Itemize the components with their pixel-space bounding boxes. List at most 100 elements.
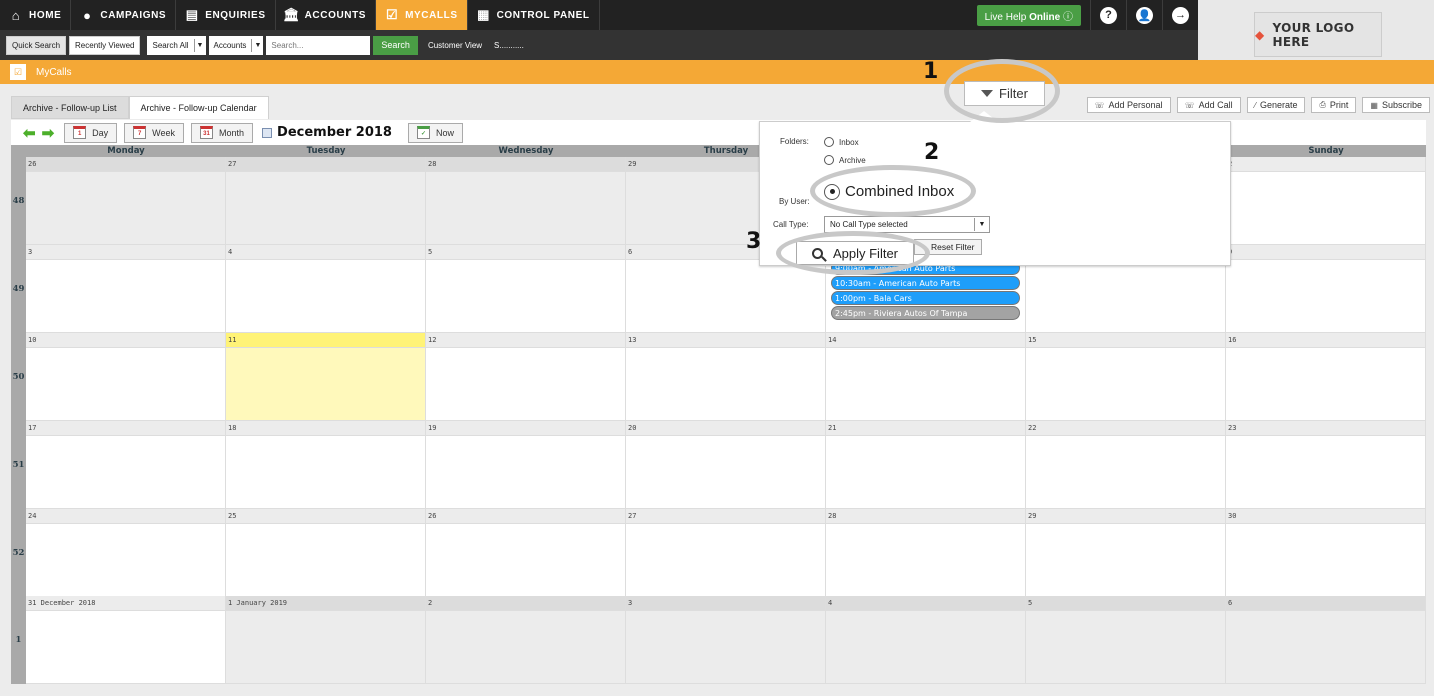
day-number[interactable]: 24 (26, 509, 225, 524)
calendar-day-cell[interactable]: 30 (1226, 509, 1426, 597)
week-number[interactable]: 48 (11, 196, 26, 206)
calendar-day-cell[interactable]: 27 (626, 509, 826, 597)
date-picker-icon[interactable] (262, 127, 273, 138)
day-number[interactable]: 28 (826, 509, 1025, 524)
print-button[interactable]: ⎙ Print (1311, 97, 1357, 113)
search-button[interactable]: Search (373, 35, 418, 55)
day-number[interactable]: 26 (26, 157, 225, 172)
day-number[interactable]: 23 (1226, 421, 1425, 436)
calendar-day-cell[interactable]: 21 (826, 421, 1026, 509)
calendar-day-cell[interactable]: 19 (426, 421, 626, 509)
add-personal-button[interactable]: ☏ Add Personal (1086, 97, 1171, 113)
reset-filter-button[interactable]: Reset Filter (914, 239, 982, 255)
calendar-day-cell[interactable]: 4 (826, 596, 1026, 684)
recently-viewed-tab[interactable]: Recently Viewed (69, 35, 141, 55)
help-button[interactable]: ? (1090, 0, 1126, 30)
day-number[interactable]: 2 (1226, 157, 1425, 172)
profile-button[interactable]: 👤 (1126, 0, 1162, 30)
day-number[interactable]: 11 (226, 333, 425, 348)
nav-accounts[interactable]: 🏛 ACCOUNTS (276, 0, 377, 30)
calendar-day-cell[interactable]: 12 (426, 333, 626, 421)
day-number[interactable]: 29 (1026, 509, 1225, 524)
calendar-day-cell[interactable]: 23 (1226, 421, 1426, 509)
prev-arrow-icon[interactable]: ⬅ (23, 124, 36, 142)
calendar-day-cell[interactable]: 1 January 2019 (226, 596, 426, 684)
day-number[interactable]: 4 (826, 596, 1025, 611)
calendar-day-cell[interactable]: 3 (626, 596, 826, 684)
day-number[interactable]: 9 (1226, 245, 1425, 260)
week-number[interactable]: 50 (11, 372, 26, 382)
calendar-day-cell[interactable]: 5 (426, 245, 626, 333)
calendar-day-cell[interactable]: 4 (226, 245, 426, 333)
day-number[interactable]: 3 (26, 245, 225, 260)
day-number[interactable]: 15 (1026, 333, 1225, 348)
tab-follow-up-list[interactable]: Archive - Follow-up List (11, 96, 129, 119)
calendar-day-cell[interactable]: 31 December 2018 (26, 596, 226, 684)
calendar-day-cell[interactable]: 24 (26, 509, 226, 597)
day-number[interactable]: 2 (426, 596, 625, 611)
live-help-button[interactable]: Live Help Online ⓘ (976, 4, 1081, 26)
day-number[interactable]: 31 December 2018 (26, 596, 225, 611)
calendar-day-cell[interactable]: 18 (226, 421, 426, 509)
day-number[interactable]: 6 (1226, 596, 1425, 611)
day-number[interactable]: 14 (826, 333, 1025, 348)
day-number[interactable]: 3 (626, 596, 825, 611)
day-number[interactable]: 21 (826, 421, 1025, 436)
subscribe-button[interactable]: ▦ Subscribe (1362, 97, 1430, 113)
nav-mycalls[interactable]: ☑ MYCALLS (376, 0, 468, 30)
calendar-day-cell[interactable]: 26 (426, 509, 626, 597)
search-scope-select[interactable]: Search All ▼ (147, 35, 206, 55)
search-entity-select[interactable]: Accounts ▼ (208, 35, 264, 55)
week-view-button[interactable]: 7 Week (124, 122, 185, 143)
nav-campaigns[interactable]: ● CAMPAIGNS (71, 0, 177, 30)
generate-button[interactable]: ⁄ Generate (1246, 97, 1306, 113)
add-call-button[interactable]: ☏ Add Call (1176, 97, 1241, 113)
calendar-day-cell[interactable]: 10 (26, 333, 226, 421)
combined-inbox-radio[interactable]: Combined Inbox (824, 183, 954, 200)
quick-search-tab[interactable]: Quick Search (6, 35, 67, 55)
day-number[interactable]: 19 (426, 421, 625, 436)
day-number[interactable]: 5 (1026, 596, 1225, 611)
day-number[interactable]: 25 (226, 509, 425, 524)
inbox-radio[interactable]: Inbox (824, 137, 859, 147)
day-number[interactable]: 27 (226, 157, 425, 172)
nav-home[interactable]: ⌂ HOME (0, 0, 72, 30)
day-number[interactable]: 30 (1226, 509, 1425, 524)
calendar-day-cell[interactable]: 27 (226, 157, 426, 245)
calendar-day-cell[interactable]: 9 (1226, 245, 1426, 333)
filter-button[interactable]: Filter (964, 81, 1045, 106)
day-number[interactable]: 5 (426, 245, 625, 260)
calendar-day-cell[interactable]: 25 (226, 509, 426, 597)
month-view-button[interactable]: 31 Month (191, 122, 254, 143)
calendar-day-cell[interactable]: 16 (1226, 333, 1426, 421)
calendar-event[interactable]: 10:30am - American Auto Parts (831, 276, 1020, 290)
calendar-day-cell[interactable]: 13 (626, 333, 826, 421)
day-number[interactable]: 22 (1026, 421, 1225, 436)
day-number[interactable]: 27 (626, 509, 825, 524)
calendar-day-cell[interactable]: 2 (1226, 157, 1426, 245)
archive-radio[interactable]: Archive (824, 155, 866, 165)
day-number[interactable]: 16 (1226, 333, 1425, 348)
calendar-day-cell[interactable]: 15 (1026, 333, 1226, 421)
tab-follow-up-calendar[interactable]: Archive - Follow-up Calendar (128, 96, 269, 119)
calendar-day-cell[interactable]: 5 (1026, 596, 1226, 684)
calendar-day-cell[interactable]: 14 (826, 333, 1026, 421)
calendar-event[interactable]: 2:45pm - Riviera Autos Of Tampa (831, 306, 1020, 320)
day-number[interactable]: 28 (426, 157, 625, 172)
day-number[interactable]: 18 (226, 421, 425, 436)
calendar-day-cell[interactable]: 2 (426, 596, 626, 684)
calendar-day-cell[interactable]: 29 (1026, 509, 1226, 597)
calendar-event[interactable]: 1:00pm - Bala Cars (831, 291, 1020, 305)
apply-filter-button[interactable]: Apply Filter (796, 241, 914, 265)
week-number[interactable]: 1 (11, 635, 26, 645)
week-number[interactable]: 51 (11, 460, 26, 470)
calendar-day-cell[interactable]: 6 (1226, 596, 1426, 684)
day-number[interactable]: 20 (626, 421, 825, 436)
logout-button[interactable]: → (1162, 0, 1198, 30)
day-number[interactable]: 13 (626, 333, 825, 348)
day-number[interactable]: 4 (226, 245, 425, 260)
search-input[interactable] (266, 35, 371, 55)
nav-enquiries[interactable]: ▤ ENQUIRIES (176, 0, 276, 30)
customer-view-label[interactable]: Customer View (428, 41, 482, 50)
calendar-day-cell[interactable]: 28 (426, 157, 626, 245)
